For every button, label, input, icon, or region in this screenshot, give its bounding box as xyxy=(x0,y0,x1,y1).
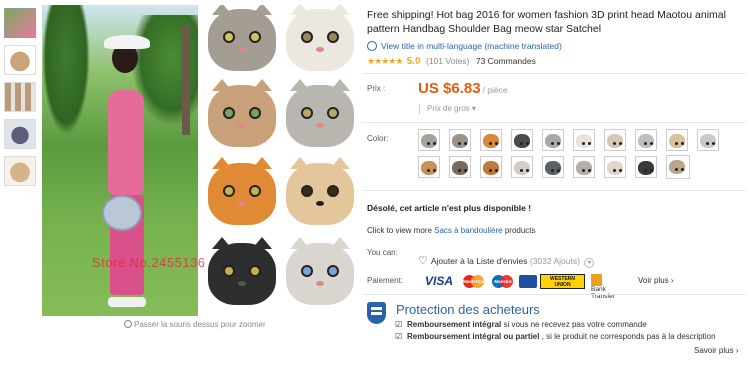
color-swatch[interactable] xyxy=(604,156,626,178)
shield-icon xyxy=(367,302,386,324)
protection-item: ☑ Remboursement intégral si vous ne recev… xyxy=(395,320,647,329)
wholesale-price-toggle[interactable]: Prix de gros ▾ xyxy=(419,104,476,114)
thumbnail[interactable] xyxy=(4,82,36,112)
color-label: Color: xyxy=(367,134,389,143)
maestro-logo: Maestro xyxy=(492,275,514,289)
buyer-protection: Protection des acheteurs ☑ Remboursement … xyxy=(367,300,743,381)
color-swatch[interactable] xyxy=(573,156,595,178)
bank-icon xyxy=(591,274,602,286)
product-title: Free shipping! Hot bag 2016 for women fa… xyxy=(367,9,726,35)
color-swatch[interactable] xyxy=(697,129,719,151)
rating-score: 5.0 xyxy=(406,56,421,67)
cat-bag xyxy=(208,157,276,225)
color-swatch[interactable] xyxy=(573,129,595,151)
globe-icon xyxy=(367,41,377,51)
color-swatch[interactable] xyxy=(635,156,657,178)
rating-row: ★★★★★ 5.0 (101 Votes) 73 Commandes xyxy=(367,56,536,67)
cat-bag xyxy=(208,79,276,147)
order-count: 73 Commandes xyxy=(475,56,536,66)
rating-votes[interactable]: (101 Votes) xyxy=(426,56,469,66)
western-union-logo: WESTERN UNION xyxy=(540,274,585,289)
chevron-down-icon[interactable]: ▾ xyxy=(584,258,595,268)
price-label: Prix : xyxy=(367,84,386,93)
protection-title: Protection des acheteurs xyxy=(396,302,540,317)
divider xyxy=(362,122,746,123)
wishlist-count: (3032 Ajouts) xyxy=(529,256,580,266)
translate-link[interactable]: View title in multi-language (machine tr… xyxy=(367,41,562,51)
thumbnail-strip xyxy=(4,8,37,193)
color-swatch[interactable] xyxy=(542,129,564,151)
divider xyxy=(362,294,746,295)
color-swatch[interactable] xyxy=(604,129,626,151)
color-swatch[interactable] xyxy=(635,129,657,151)
voir-plus-link[interactable]: Voir plus › xyxy=(638,276,674,285)
you-can-label: You can: xyxy=(367,248,398,257)
magnifier-icon xyxy=(124,320,132,328)
color-swatch[interactable] xyxy=(666,129,688,151)
view-more-text: Click to view more Sacs à bandoulière pr… xyxy=(367,226,536,235)
cat-bag xyxy=(208,237,276,305)
thumbnail[interactable] xyxy=(4,156,36,186)
store-watermark: Store No.2455136 xyxy=(92,255,206,270)
main-product-image[interactable]: Store No.2455136 xyxy=(42,5,354,316)
cat-bag xyxy=(286,79,354,147)
color-swatch[interactable] xyxy=(666,155,690,179)
star-rating-icon: ★★★★★ xyxy=(367,56,403,66)
add-to-wishlist-button[interactable]: ♡ Ajouter à la Liste d'envies (3032 Ajout… xyxy=(418,254,595,268)
color-swatch[interactable] xyxy=(449,156,471,178)
check-icon: ☑ xyxy=(395,320,403,329)
color-swatch[interactable] xyxy=(418,156,440,178)
check-icon: ☑ xyxy=(395,332,403,341)
zoom-hint: Passer la souris dessus pour zoomer xyxy=(124,320,266,329)
thumbnail[interactable] xyxy=(4,8,36,38)
color-swatch[interactable] xyxy=(480,156,502,178)
divider xyxy=(362,190,746,191)
divider xyxy=(362,73,746,74)
card-logo xyxy=(519,275,537,289)
color-swatch[interactable] xyxy=(542,156,564,178)
cat-bag xyxy=(286,5,354,71)
cat-bag xyxy=(286,237,354,305)
price-unit: / pièce xyxy=(482,85,508,95)
color-swatch[interactable] xyxy=(480,129,502,151)
cat-bag xyxy=(286,157,354,225)
cat-bag xyxy=(208,5,276,71)
product-info-panel: Free shipping! Hot bag 2016 for women fa… xyxy=(362,0,746,381)
mastercard-logo: MasterCard xyxy=(463,275,488,289)
category-link[interactable]: Sacs à bandoulière xyxy=(434,226,503,235)
color-swatch[interactable] xyxy=(511,156,533,178)
color-swatch[interactable] xyxy=(418,129,440,151)
thumbnail[interactable] xyxy=(4,119,36,149)
bank-transfer-logo: Bank Transfer xyxy=(591,274,615,300)
price: US $6.83/ pièce xyxy=(418,80,508,97)
color-swatch[interactable] xyxy=(511,129,533,151)
color-swatch[interactable] xyxy=(449,129,471,151)
payment-label: Paiement: xyxy=(367,276,404,285)
visa-logo: VISA xyxy=(425,274,454,288)
cat-bag-grid xyxy=(202,5,354,316)
protection-item: ☑ Remboursement intégral ou partiel , si … xyxy=(395,332,716,341)
price-amount: US $6.83 xyxy=(418,80,481,97)
thumbnail[interactable] xyxy=(4,45,36,75)
savoir-plus-link[interactable]: Savoir plus › xyxy=(694,346,738,355)
unavailable-message: Désolé, cet article n'est plus disponibl… xyxy=(367,203,532,213)
heart-icon: ♡ xyxy=(418,255,428,267)
